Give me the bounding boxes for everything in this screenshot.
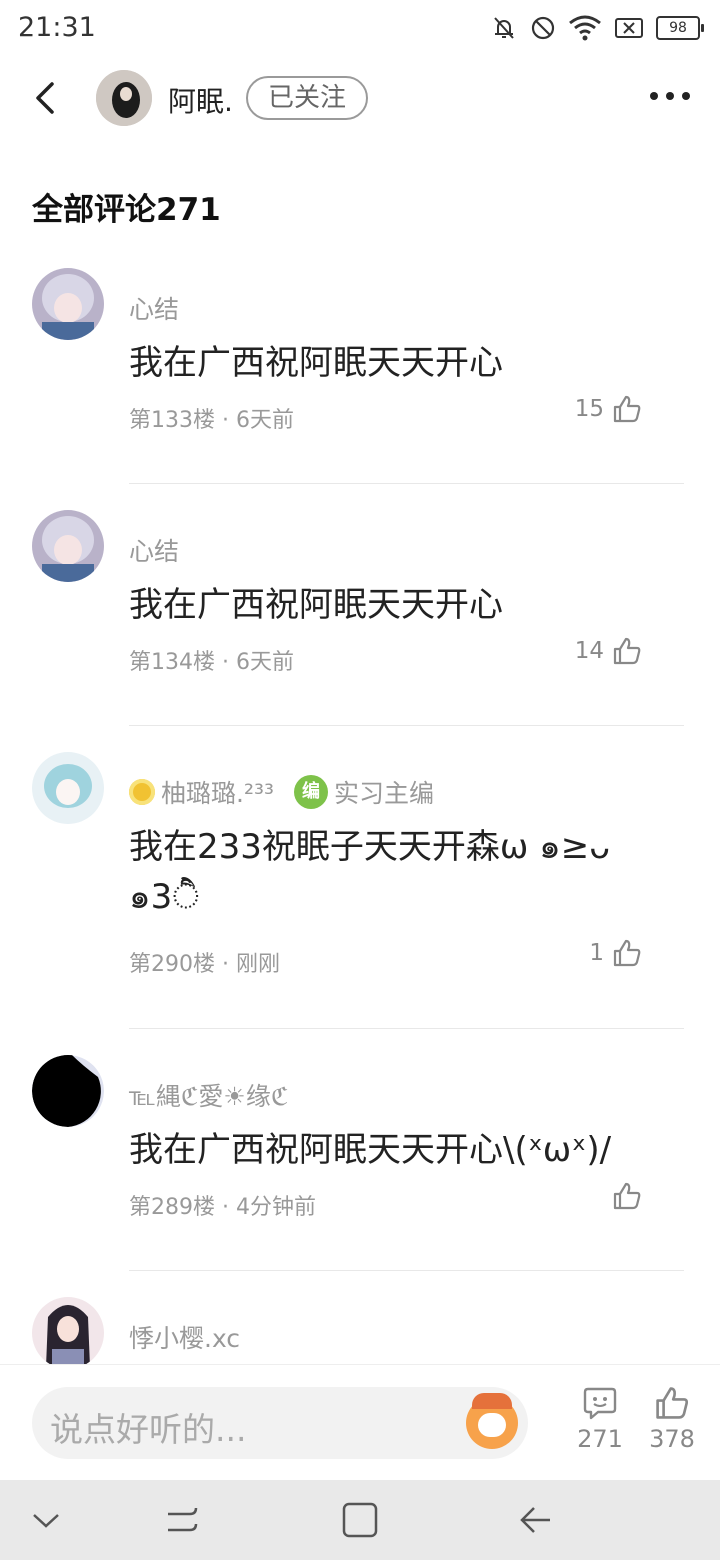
avatar[interactable] — [32, 752, 104, 824]
comment-time: 4分钟前 — [235, 1195, 316, 1220]
comment-username[interactable]: 心结 — [129, 290, 179, 326]
like-count: 1 — [589, 940, 604, 966]
like-icon — [613, 1182, 641, 1210]
badge-label: 实习主编 — [334, 779, 435, 808]
like-icon — [613, 395, 641, 423]
comment-time: 6天前 — [235, 650, 294, 675]
comment-text: 我在广西祝阿眠天天开心 — [129, 585, 503, 625]
like-total: 378 — [649, 1425, 695, 1453]
comment-input[interactable]: 说点好听的... — [32, 1387, 528, 1459]
comment-floor: 第290楼 — [129, 952, 215, 977]
avatar[interactable] — [96, 70, 152, 126]
wifi-icon — [569, 15, 601, 41]
comment-username[interactable]: ℡縄ℭ愛☀缘ℭ — [129, 1077, 288, 1113]
status-icons: 98 — [490, 12, 704, 44]
comment-meta: 第134楼 · 6天前 — [129, 650, 294, 675]
mascot-icon[interactable] — [466, 1393, 518, 1449]
comment-count: 271 — [577, 1425, 623, 1453]
system-nav-bar — [0, 1480, 720, 1560]
status-bar: 21:31 98 — [0, 0, 720, 56]
like-icon — [656, 1387, 689, 1419]
comment-icon — [583, 1387, 617, 1420]
like-count: 15 — [574, 396, 604, 422]
status-time: 21:31 — [18, 12, 96, 43]
header: 阿眠. 已关注 — [0, 56, 720, 140]
comment-item: 心结 我在广西祝阿眠天天开心 第134楼 · 6天前 14 — [0, 484, 720, 726]
comment-meta: 第133楼 · 6天前 — [129, 408, 294, 433]
comment-username-text[interactable]: 柚璐璐.²³³ — [161, 774, 274, 810]
editor-badge-icon: 编 — [294, 775, 329, 809]
comment-item: 悸小樱.xc — [0, 1271, 720, 1364]
nav-back-icon[interactable] — [516, 1500, 556, 1540]
comment-text: 我在233祝眠子天天开森ω ๑≥ᴗ ๑3ੈ̑ — [129, 827, 611, 917]
comment-meta: 第289楼 · 4分钟前 — [129, 1195, 316, 1220]
comment-floor: 第134楼 — [129, 650, 215, 675]
battery-icon: 98 — [656, 16, 704, 40]
like-icon — [613, 637, 641, 665]
section-title: 全部评论271 — [32, 192, 221, 228]
avatar[interactable] — [32, 1055, 104, 1127]
more-icon[interactable] — [650, 86, 694, 106]
comment-count-button[interactable]: 271 — [565, 1385, 635, 1453]
comment-text: 我在广西祝阿眠天天开心\(ˣωˣ)/ — [129, 1130, 612, 1170]
like-button[interactable]: 15 — [575, 394, 642, 424]
nav-down-icon[interactable] — [26, 1500, 66, 1540]
avatar[interactable] — [32, 268, 104, 340]
avatar[interactable] — [32, 510, 104, 582]
comment-time: 刚刚 — [235, 952, 280, 977]
follow-button[interactable]: 已关注 — [246, 76, 368, 120]
dnd-icon — [531, 16, 555, 40]
back-icon[interactable] — [26, 78, 66, 118]
bottom-bar: 说点好听的... 271 378 — [0, 1364, 720, 1481]
comment-item: 柚璐璐.²³³ 编 实习主编 我在233祝眠子天天开森ω ๑≥ᴗ ๑3ੈ̑ 第2… — [0, 726, 720, 1029]
header-username[interactable]: 阿眠. — [168, 80, 233, 120]
comment-item: 心结 我在广西祝阿眠天天开心 第133楼 · 6天前 15 — [0, 242, 720, 484]
comment-floor: 第289楼 — [129, 1195, 215, 1220]
flower-icon — [129, 779, 155, 805]
like-button[interactable] — [604, 1181, 642, 1211]
avatar[interactable] — [32, 1297, 104, 1364]
like-count: 14 — [574, 638, 604, 664]
like-button[interactable]: 1 — [589, 938, 642, 968]
comment-input-placeholder: 说点好听的... — [50, 1410, 247, 1449]
comment-username: 柚璐璐.²³³ 编 实习主编 — [129, 774, 434, 810]
mute-icon — [494, 17, 514, 39]
nav-home-icon[interactable] — [340, 1500, 380, 1540]
role-badge: 编 实习主编 — [294, 774, 434, 810]
comment-text: 我在广西祝阿眠天天开心 — [129, 343, 503, 383]
comment-time: 6天前 — [235, 408, 294, 433]
comment-username[interactable]: 心结 — [129, 532, 179, 568]
like-button[interactable]: 14 — [575, 636, 642, 666]
like-count-button[interactable]: 378 — [637, 1385, 707, 1453]
comment-username[interactable]: 悸小樱.xc — [129, 1319, 240, 1355]
signal-x-icon — [615, 18, 643, 38]
comment-meta: 第290楼 · 刚刚 — [129, 952, 280, 977]
comment-item: ℡縄ℭ愛☀缘ℭ 我在广西祝阿眠天天开心\(ˣωˣ)/ 第289楼 · 4分钟前 — [0, 1029, 720, 1271]
nav-recents-icon[interactable] — [162, 1500, 202, 1540]
comment-list[interactable]: 心结 我在广西祝阿眠天天开心 第133楼 · 6天前 15 心结 我在广西祝阿眠… — [0, 242, 720, 1364]
comment-floor: 第133楼 — [129, 408, 215, 433]
like-icon — [613, 939, 641, 967]
